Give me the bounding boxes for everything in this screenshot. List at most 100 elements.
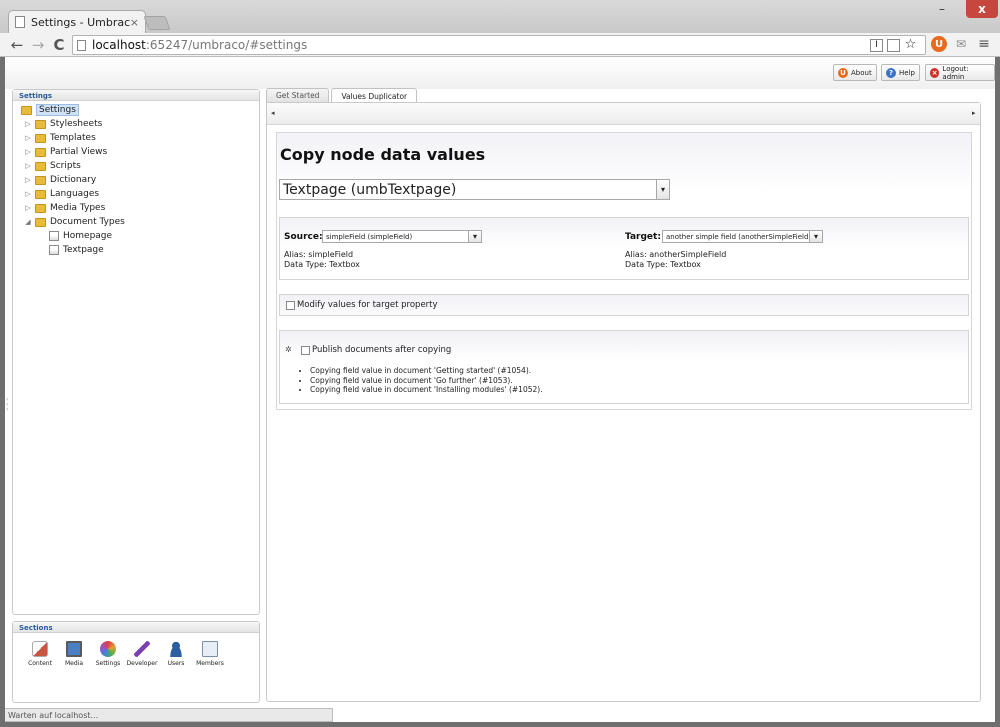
target-data-type: Data Type: Textbox: [625, 260, 701, 269]
expand-arrow-icon[interactable]: ▷: [24, 134, 32, 142]
section-label: Members: [196, 660, 224, 667]
umbraco-logo-icon: U: [838, 67, 848, 78]
target-property-value: another simple field (anotherSimpleField…: [666, 232, 812, 241]
help-button[interactable]: ? Help: [881, 64, 920, 81]
modify-values-checkbox[interactable]: [286, 300, 295, 310]
tab-close-icon[interactable]: ×: [130, 16, 139, 29]
tree-item-label: Document Types: [50, 217, 125, 227]
tree-item-stylesheets[interactable]: ▷ Stylesheets: [13, 117, 259, 131]
publish-label: Publish documents after copying: [312, 345, 452, 355]
section-users[interactable]: Users: [159, 641, 193, 667]
page-icon: [15, 16, 25, 28]
expand-arrow-icon[interactable]: ▷: [24, 204, 32, 212]
page-info-icon: [77, 39, 86, 51]
tree-item-partial-views[interactable]: ▷ Partial Views: [13, 145, 259, 159]
target-property-select[interactable]: another simple field (anotherSimpleField…: [662, 230, 823, 243]
about-button[interactable]: U About: [833, 64, 877, 81]
browser-status-bar: Warten auf localhost...: [5, 708, 333, 722]
folder-icon: [35, 175, 46, 185]
browser-tab[interactable]: Settings - Umbraco CMS ×: [8, 10, 146, 33]
tree-item-label: Media Types: [50, 203, 106, 213]
back-icon[interactable]: ←: [8, 36, 26, 54]
reload-icon[interactable]: C: [50, 36, 68, 54]
reader-icon[interactable]: I: [870, 39, 883, 52]
section-developer[interactable]: Developer: [125, 641, 159, 667]
logout-button[interactable]: × Logout: admin: [925, 64, 995, 81]
logout-label: Logout: admin: [942, 64, 969, 81]
document-type-value: Textpage (umbTextpage): [283, 181, 457, 198]
section-label: Users: [167, 660, 185, 667]
url-path: :65247/umbraco/#settings: [145, 38, 308, 52]
tree-item-dictionary[interactable]: ▷ Dictionary: [13, 173, 259, 187]
expand-arrow-icon[interactable]: ▷: [24, 120, 32, 128]
user-icon: [168, 641, 184, 657]
help-label: Help: [899, 68, 915, 77]
collapse-arrow-icon[interactable]: ◢: [24, 218, 32, 226]
browser-menu-icon[interactable]: ≡: [976, 36, 992, 52]
scroll-left-icon[interactable]: ◂: [271, 109, 275, 117]
chevron-down-icon[interactable]: ▾: [656, 180, 669, 199]
address-bar[interactable]: localhost:65247/umbraco/#settings I ☆: [72, 35, 926, 55]
source-property-select[interactable]: simpleField (simpleField) ▾: [322, 230, 482, 243]
tree-item-homepage[interactable]: Homepage: [13, 229, 259, 243]
url-host: localhost: [92, 38, 146, 52]
loading-spinner-icon: ✲: [285, 345, 292, 354]
tree-item-templates[interactable]: ▷ Templates: [13, 131, 259, 145]
mail-icon[interactable]: ✉: [953, 36, 969, 52]
new-tab-button[interactable]: [143, 16, 171, 30]
magic-wand-icon: [134, 641, 150, 657]
page-action-icon[interactable]: [887, 39, 900, 52]
umbraco-extension-icon[interactable]: U: [931, 36, 947, 52]
tree-panel: Settings Settings ▷ Stylesheets ▷ Templa…: [12, 89, 260, 615]
tree-root-settings[interactable]: Settings: [13, 103, 259, 117]
source-property-value: simpleField (simpleField): [326, 232, 413, 241]
bookmark-star-icon[interactable]: ☆: [904, 38, 917, 52]
target-label: Target:: [625, 232, 661, 242]
expand-arrow-icon[interactable]: ▷: [24, 190, 32, 198]
scroll-right-icon[interactable]: ▸: [972, 109, 976, 117]
minimize-button[interactable]: –: [930, 0, 954, 18]
chevron-down-icon[interactable]: ▾: [809, 231, 822, 242]
window-close-button[interactable]: x: [966, 0, 998, 18]
expand-arrow-icon[interactable]: ▷: [24, 148, 32, 156]
publish-option[interactable]: ✲ Publish documents after copying: [285, 345, 451, 355]
tab-get-started[interactable]: Get Started: [266, 88, 330, 102]
list-item: Copying field value in document 'Install…: [310, 385, 543, 395]
content-icon: [32, 641, 48, 657]
tree-item-label: Dictionary: [50, 175, 97, 185]
folder-icon: [35, 189, 46, 199]
expand-arrow-icon[interactable]: ▷: [24, 162, 32, 170]
section-label: Settings: [95, 660, 121, 667]
modify-values-option[interactable]: Modify values for target property: [286, 300, 438, 310]
modify-values-label: Modify values for target property: [297, 300, 438, 310]
expand-arrow-icon[interactable]: ▷: [24, 176, 32, 184]
splitter-handle[interactable]: ‹ ‹ ‹: [6, 397, 8, 413]
section-members[interactable]: Members: [193, 641, 227, 667]
help-icon: ?: [886, 67, 896, 78]
section-content[interactable]: Content: [23, 641, 57, 667]
tree-item-media-types[interactable]: ▷ Media Types: [13, 201, 259, 215]
folder-icon: [21, 105, 32, 115]
list-item: Copying field value in document 'Go furt…: [310, 376, 543, 386]
tab-title: Settings - Umbraco CMS: [31, 15, 130, 29]
section-settings[interactable]: Settings: [91, 641, 125, 667]
settings-tree: Settings ▷ Stylesheets ▷ Templates ▷ Par…: [13, 101, 259, 257]
tree-item-scripts[interactable]: ▷ Scripts: [13, 159, 259, 173]
page-title: Copy node data values: [280, 145, 486, 164]
folder-icon: [35, 161, 46, 171]
logout-icon: ×: [930, 67, 940, 78]
forward-icon[interactable]: →: [29, 36, 47, 54]
tree-item-languages[interactable]: ▷ Languages: [13, 187, 259, 201]
property-mapping-box: Source: simpleField (simpleField) ▾ Alia…: [279, 217, 969, 280]
source-label: Source:: [284, 232, 323, 242]
tree-item-textpage[interactable]: Textpage: [13, 243, 259, 257]
tree-item-label: Homepage: [63, 231, 113, 241]
tab-values-duplicator[interactable]: Values Duplicator: [331, 88, 418, 103]
publish-checkbox[interactable]: [301, 345, 310, 355]
tree-item-document-types[interactable]: ◢ Document Types: [13, 215, 259, 229]
document-type-select[interactable]: Textpage (umbTextpage) ▾: [279, 179, 670, 200]
section-media[interactable]: Media: [57, 641, 91, 667]
settings-color-wheel-icon: [100, 641, 116, 657]
chevron-down-icon[interactable]: ▾: [468, 231, 481, 242]
tree-item-label: Partial Views: [50, 147, 108, 157]
